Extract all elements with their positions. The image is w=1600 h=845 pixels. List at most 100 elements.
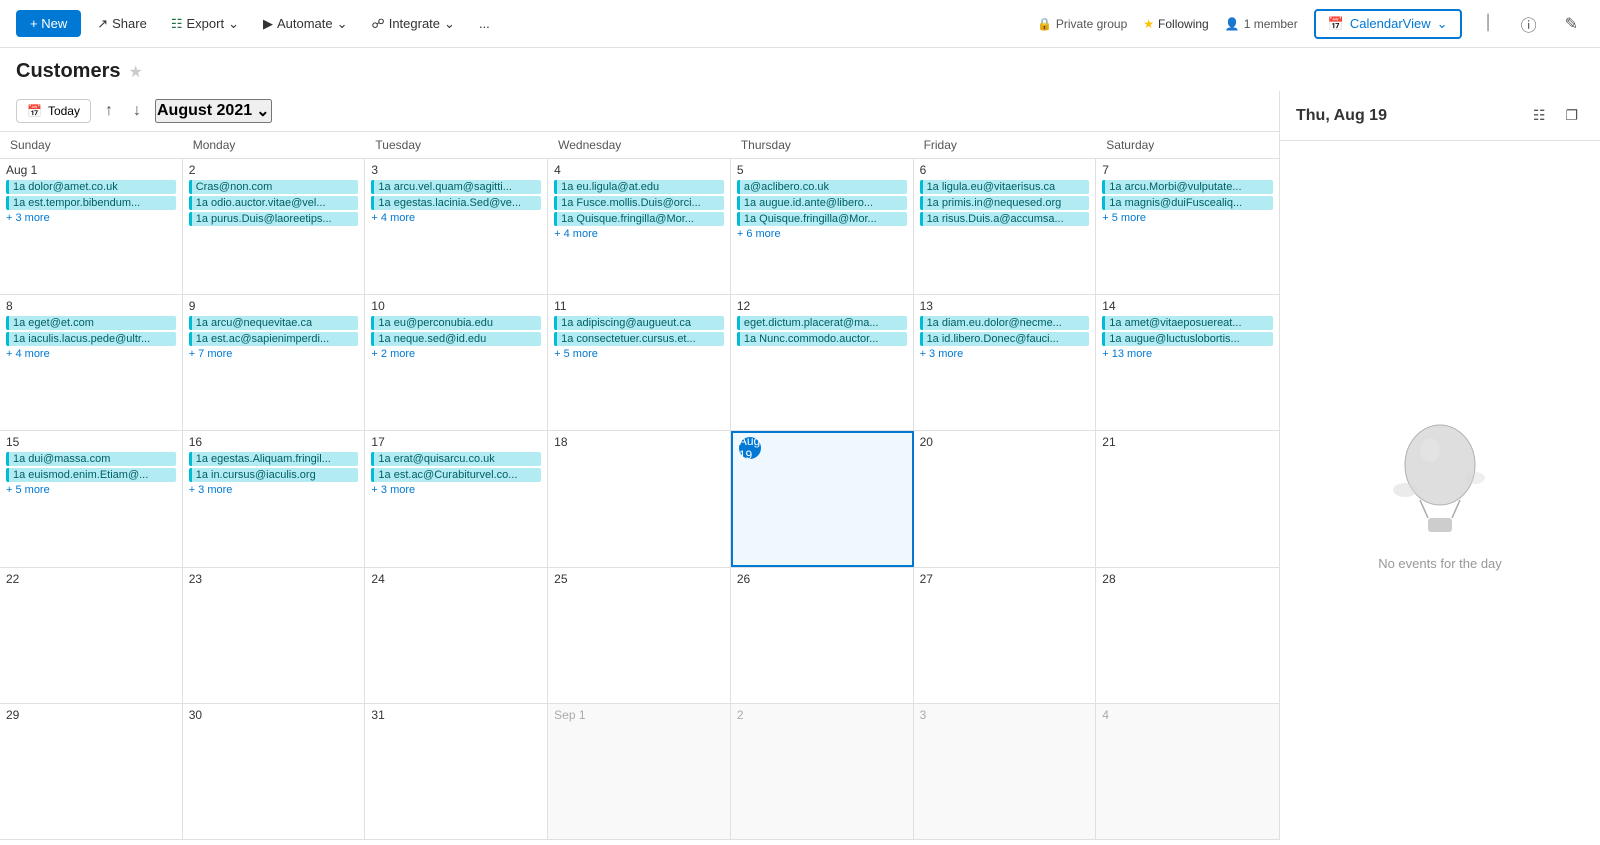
day-cell-3-2[interactable]: 24: [365, 568, 548, 703]
day-cell-4-2[interactable]: 31: [365, 704, 548, 839]
day-cell-1-2[interactable]: 101a eu@perconubia.edu1a neque.sed@id.ed…: [365, 295, 548, 430]
side-panel-expand[interactable]: ❐: [1559, 103, 1584, 128]
event-item[interactable]: 1a eu.ligula@at.edu: [554, 180, 724, 194]
side-panel-view-toggle[interactable]: ☷: [1527, 103, 1552, 128]
more-events-link[interactable]: + 4 more: [554, 228, 724, 240]
day-cell-2-5[interactable]: 20: [914, 431, 1097, 566]
export-button[interactable]: ☷ Export ⌄: [163, 12, 247, 36]
event-item[interactable]: 1a odio.auctor.vitae@vel...: [189, 196, 359, 210]
day-cell-4-0[interactable]: 29: [0, 704, 183, 839]
day-cell-0-1[interactable]: 2Cras@non.com1a odio.auctor.vitae@vel...…: [183, 159, 366, 294]
day-cell-1-6[interactable]: 141a amet@vitaeposuereat...1a augue@luct…: [1096, 295, 1279, 430]
share-button[interactable]: ↗ Share: [89, 12, 155, 36]
day-cell-0-4[interactable]: 5a@aclibero.co.uk1a augue.id.ante@libero…: [731, 159, 914, 294]
event-item[interactable]: 1a euismod.enim.Etiam@...: [6, 468, 176, 482]
day-cell-1-4[interactable]: 12eget.dictum.placerat@ma...1a Nunc.comm…: [731, 295, 914, 430]
event-item[interactable]: 1a egestas.lacinia.Sed@ve...: [371, 196, 541, 210]
day-cell-3-1[interactable]: 23: [183, 568, 366, 703]
event-item[interactable]: 1a augue.id.ante@libero...: [737, 196, 907, 210]
day-cell-1-0[interactable]: 81a eget@et.com1a iaculis.lacus.pede@ult…: [0, 295, 183, 430]
event-item[interactable]: 1a est.ac@sapienimperdi...: [189, 332, 359, 346]
day-cell-4-4[interactable]: 2: [731, 704, 914, 839]
edit-button[interactable]: ✎: [1559, 10, 1584, 38]
event-item[interactable]: 1a arcu.Morbi@vulputate...: [1102, 180, 1273, 194]
event-item[interactable]: 1a eu@perconubia.edu: [371, 316, 541, 330]
info-button[interactable]: ⓘ: [1515, 8, 1543, 40]
event-item[interactable]: 1a dui@massa.com: [6, 452, 176, 466]
event-item[interactable]: 1a augue@luctuslobortis...: [1102, 332, 1273, 346]
event-item[interactable]: 1a Quisque.fringilla@Mor...: [554, 212, 724, 226]
event-item[interactable]: 1a adipiscing@augueut.ca: [554, 316, 724, 330]
event-item[interactable]: 1a erat@quisarcu.co.uk: [371, 452, 541, 466]
day-cell-2-0[interactable]: 151a dui@massa.com1a euismod.enim.Etiam@…: [0, 431, 183, 566]
more-events-link[interactable]: + 5 more: [1102, 212, 1273, 224]
day-cell-3-5[interactable]: 27: [914, 568, 1097, 703]
event-item[interactable]: eget.dictum.placerat@ma...: [737, 316, 907, 330]
day-cell-0-2[interactable]: 31a arcu.vel.quam@sagitti...1a egestas.l…: [365, 159, 548, 294]
more-events-link[interactable]: + 5 more: [6, 484, 176, 496]
event-item[interactable]: a@aclibero.co.uk: [737, 180, 907, 194]
event-item[interactable]: 1a consectetuer.cursus.et...: [554, 332, 724, 346]
day-cell-2-3[interactable]: 18: [548, 431, 731, 566]
integrate-button[interactable]: ☍ Integrate ⌄: [364, 12, 463, 36]
event-item[interactable]: 1a Quisque.fringilla@Mor...: [737, 212, 907, 226]
day-cell-0-5[interactable]: 61a ligula.eu@vitaerisus.ca1a primis.in@…: [914, 159, 1097, 294]
next-month-button[interactable]: ↓: [127, 100, 147, 122]
prev-month-button[interactable]: ↑: [99, 100, 119, 122]
event-item[interactable]: 1a eget@et.com: [6, 316, 176, 330]
more-events-link[interactable]: + 5 more: [554, 348, 724, 360]
event-item[interactable]: 1a arcu.vel.quam@sagitti...: [371, 180, 541, 194]
favorite-star-icon[interactable]: ★: [128, 62, 142, 82]
event-item[interactable]: 1a est.tempor.bibendum...: [6, 196, 176, 210]
event-item[interactable]: 1a diam.eu.dolor@necme...: [920, 316, 1090, 330]
event-item[interactable]: 1a iaculis.lacus.pede@ultr...: [6, 332, 176, 346]
day-cell-3-0[interactable]: 22: [0, 568, 183, 703]
more-events-link[interactable]: + 3 more: [371, 484, 541, 496]
event-item[interactable]: 1a risus.Duis.a@accumsa...: [920, 212, 1090, 226]
calendar-view-button[interactable]: 📅 CalendarView ⌄: [1314, 9, 1462, 39]
event-item[interactable]: 1a in.cursus@iaculis.org: [189, 468, 359, 482]
day-cell-0-6[interactable]: 71a arcu.Morbi@vulputate...1a magnis@dui…: [1096, 159, 1279, 294]
event-item[interactable]: 1a dolor@amet.co.uk: [6, 180, 176, 194]
day-cell-1-5[interactable]: 131a diam.eu.dolor@necme...1a id.libero.…: [914, 295, 1097, 430]
event-item[interactable]: 1a magnis@duiFuscealiq...: [1102, 196, 1273, 210]
day-cell-2-1[interactable]: 161a egestas.Aliquam.fringil...1a in.cur…: [183, 431, 366, 566]
event-item[interactable]: 1a purus.Duis@laoreetips...: [189, 212, 359, 226]
more-events-link[interactable]: + 4 more: [6, 348, 176, 360]
more-events-link[interactable]: + 6 more: [737, 228, 907, 240]
day-cell-4-3[interactable]: Sep 1: [548, 704, 731, 839]
day-cell-0-0[interactable]: Aug 11a dolor@amet.co.uk1a est.tempor.bi…: [0, 159, 183, 294]
more-events-link[interactable]: + 3 more: [6, 212, 176, 224]
day-cell-4-6[interactable]: 4: [1096, 704, 1279, 839]
day-cell-3-6[interactable]: 28: [1096, 568, 1279, 703]
more-events-link[interactable]: + 3 more: [189, 484, 359, 496]
event-item[interactable]: 1a Nunc.commodo.auctor...: [737, 332, 907, 346]
more-events-link[interactable]: + 4 more: [371, 212, 541, 224]
day-cell-4-1[interactable]: 30: [183, 704, 366, 839]
day-cell-3-3[interactable]: 25: [548, 568, 731, 703]
more-events-link[interactable]: + 2 more: [371, 348, 541, 360]
day-cell-1-3[interactable]: 111a adipiscing@augueut.ca1a consectetue…: [548, 295, 731, 430]
month-label[interactable]: August 2021 ⌄: [155, 99, 272, 123]
event-item[interactable]: 1a est.ac@Curabiturvel.co...: [371, 468, 541, 482]
event-item[interactable]: Cras@non.com: [189, 180, 359, 194]
automate-button[interactable]: ▶ Automate ⌄: [255, 12, 356, 36]
day-cell-1-1[interactable]: 91a arcu@nequevitae.ca1a est.ac@sapienim…: [183, 295, 366, 430]
day-cell-4-5[interactable]: 3: [914, 704, 1097, 839]
more-events-link[interactable]: + 7 more: [189, 348, 359, 360]
filter-button[interactable]: ⏐: [1478, 11, 1499, 37]
event-item[interactable]: 1a egestas.Aliquam.fringil...: [189, 452, 359, 466]
day-cell-2-4[interactable]: Aug 19: [731, 431, 914, 566]
event-item[interactable]: 1a arcu@nequevitae.ca: [189, 316, 359, 330]
new-button[interactable]: + New: [16, 10, 81, 37]
more-button[interactable]: ...: [471, 12, 498, 35]
event-item[interactable]: 1a amet@vitaeposuereat...: [1102, 316, 1273, 330]
day-cell-3-4[interactable]: 26: [731, 568, 914, 703]
more-events-link[interactable]: + 3 more: [920, 348, 1090, 360]
event-item[interactable]: 1a primis.in@nequesed.org: [920, 196, 1090, 210]
event-item[interactable]: 1a neque.sed@id.edu: [371, 332, 541, 346]
more-events-link[interactable]: + 13 more: [1102, 348, 1273, 360]
today-button[interactable]: 📅 Today: [16, 99, 91, 123]
following-button[interactable]: ★ Following: [1143, 17, 1208, 31]
day-cell-2-6[interactable]: 21: [1096, 431, 1279, 566]
